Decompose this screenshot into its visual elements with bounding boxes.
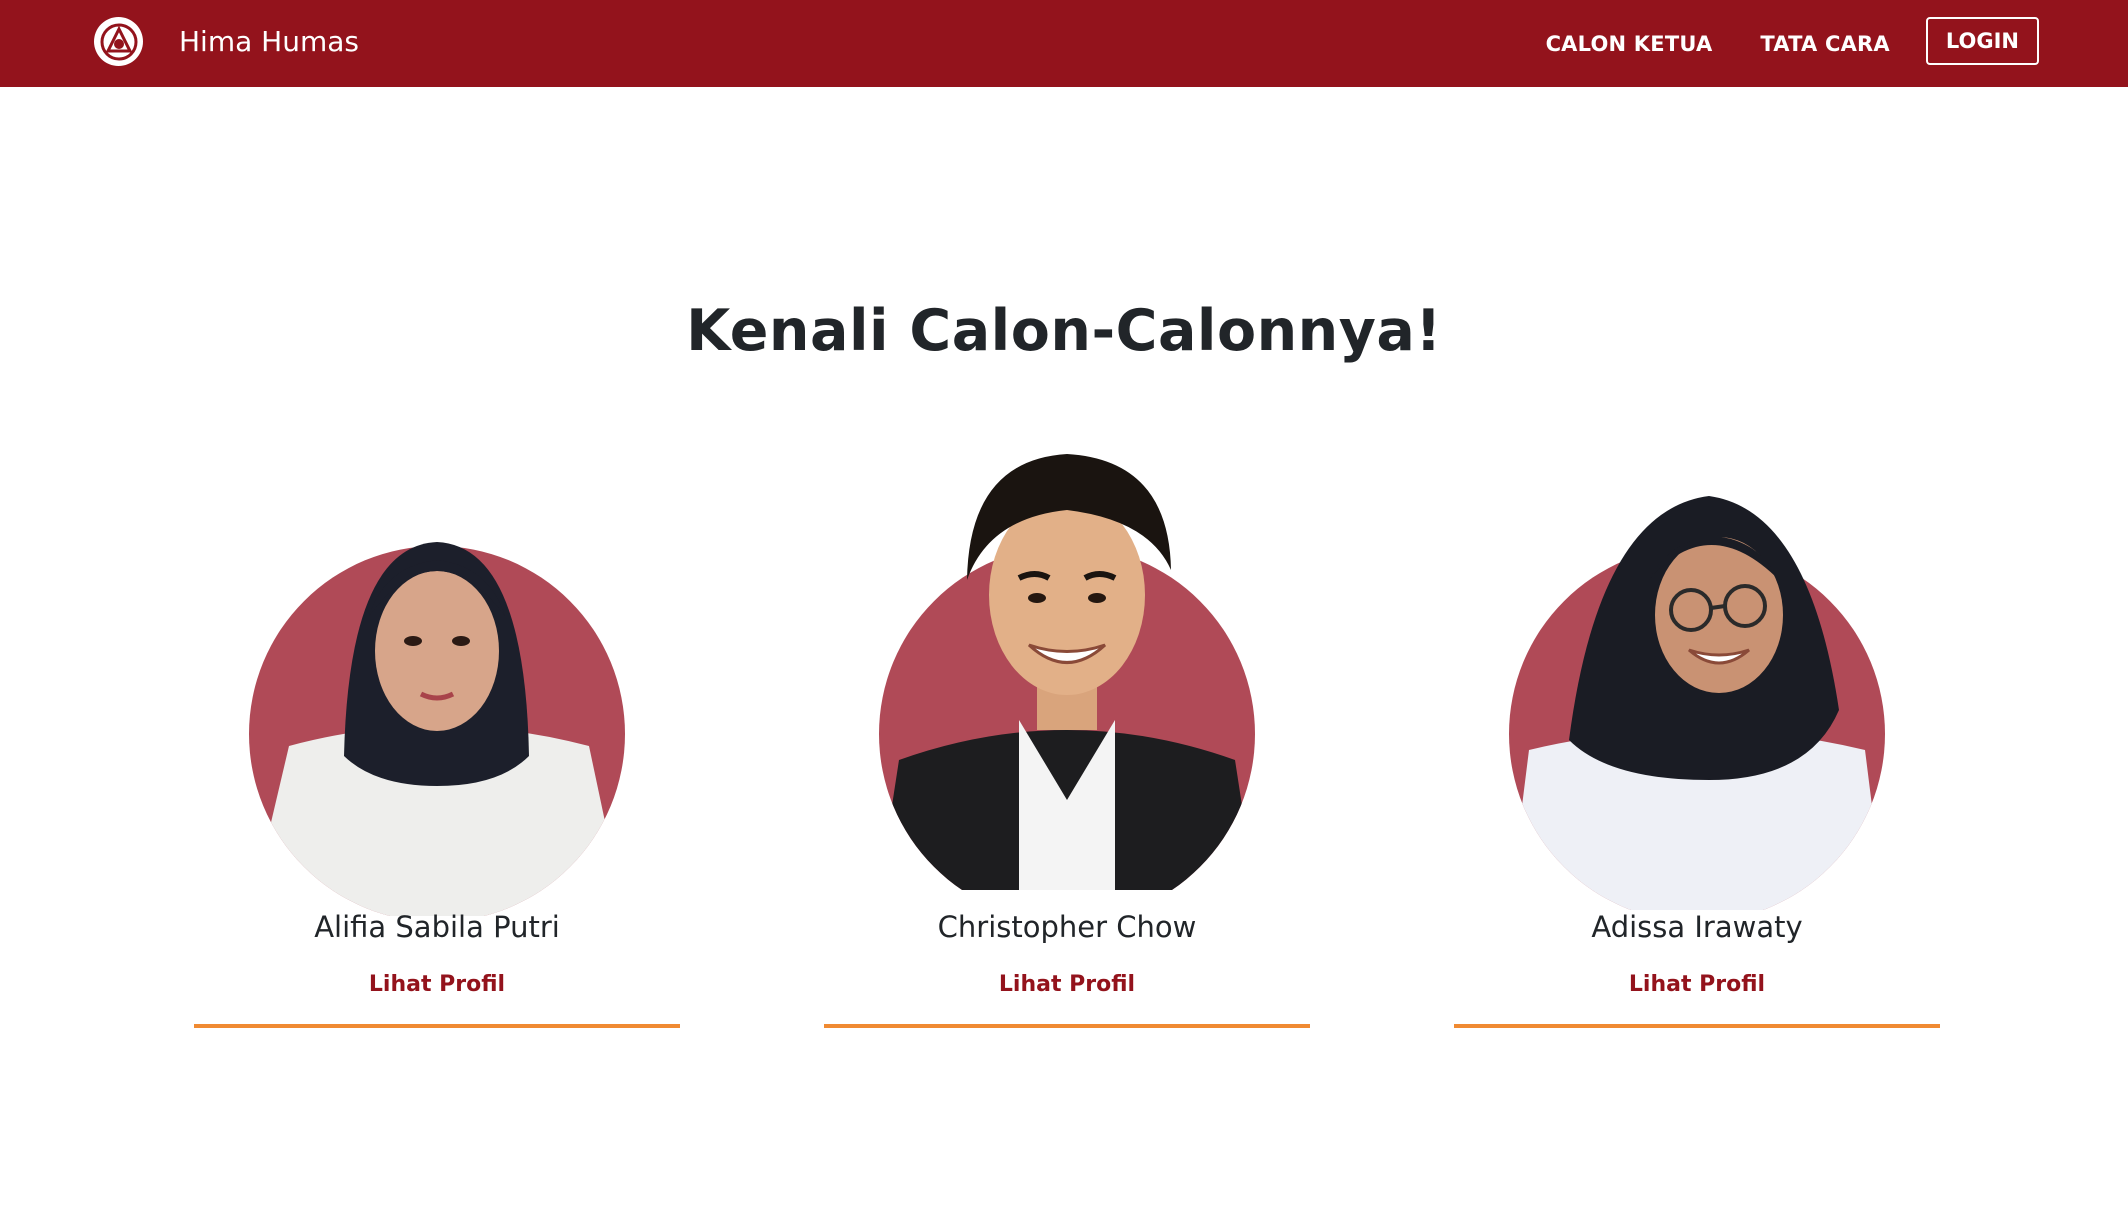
- candidate-card: Christopher Chow Lihat Profil: [824, 420, 1310, 1030]
- brand[interactable]: Hima Humas: [94, 17, 359, 66]
- brand-logo: [94, 17, 143, 66]
- view-profile-link[interactable]: Lihat Profil: [194, 972, 680, 997]
- candidate-card: Alifia Sabila Putri Lihat Profil: [194, 420, 680, 1030]
- nav-link-tata-cara[interactable]: TATA CARA: [1760, 32, 1889, 56]
- candidate-card: Adissa Irawaty Lihat Profil: [1454, 420, 1940, 1030]
- brand-name: Hima Humas: [179, 25, 359, 58]
- candidate-name: Alifia Sabila Putri: [314, 910, 560, 944]
- view-profile-link[interactable]: Lihat Profil: [1454, 972, 1940, 997]
- nav-link-calon-ketua[interactable]: CALON KETUA: [1546, 32, 1713, 56]
- login-button[interactable]: LOGIN: [1925, 16, 2039, 65]
- candidate-name: Christopher Chow: [937, 910, 1197, 944]
- candidate-photo[interactable]: [249, 456, 625, 916]
- view-profile-link[interactable]: Lihat Profil: [824, 972, 1310, 997]
- top-navbar: Hima Humas CALON KETUA TATA CARA LOGIN: [0, 0, 2128, 87]
- nav-links: CALON KETUA TATA CARA LOGIN: [1498, 0, 2039, 87]
- page-heading: Kenali Calon-Calonnya!: [686, 298, 1442, 364]
- card-underline: [1454, 1024, 1940, 1028]
- candidate-photo[interactable]: [1509, 450, 1885, 910]
- candidate-name: Adissa Irawaty: [1591, 910, 1803, 944]
- candidate-photo[interactable]: [879, 430, 1255, 890]
- card-underline: [194, 1024, 680, 1028]
- card-underline: [824, 1024, 1310, 1028]
